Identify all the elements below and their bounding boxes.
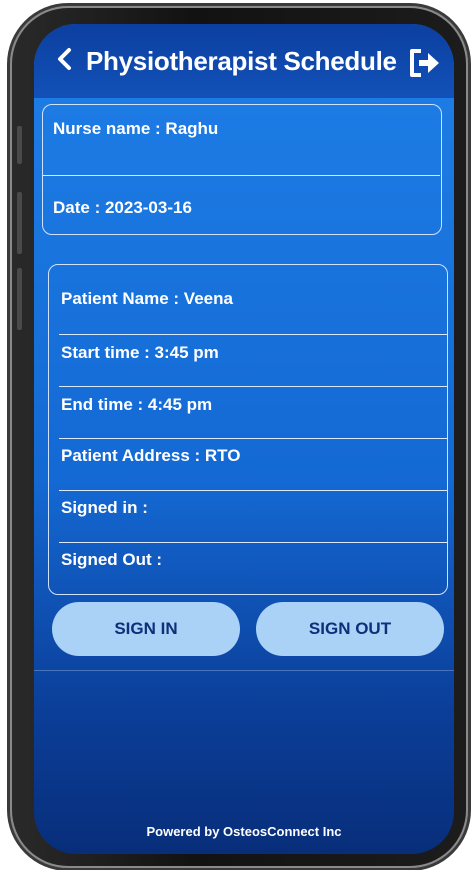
divider bbox=[59, 490, 447, 491]
nurse-info-card: Nurse name : Raghu Date : 2023-03-16 bbox=[42, 104, 442, 235]
signed-in-status: Signed in : bbox=[61, 498, 148, 517]
patient-name: Patient Name : Veena bbox=[61, 289, 233, 308]
page-title: Physiotherapist Schedule bbox=[86, 46, 397, 76]
signed-out-status: Signed Out : bbox=[61, 550, 163, 569]
patient-address: Patient Address : RTO bbox=[61, 446, 241, 465]
divider bbox=[43, 175, 440, 176]
divider bbox=[59, 542, 447, 543]
nurse-name: Nurse name : Raghu bbox=[53, 119, 219, 138]
powered-by-footer: Powered by OsteosConnect Inc bbox=[146, 824, 342, 839]
schedule-date: Date : 2023-03-16 bbox=[53, 198, 192, 217]
phone-side-button-volume-up bbox=[17, 192, 22, 254]
divider bbox=[59, 438, 447, 439]
sign-out-button[interactable]: SIGN OUT bbox=[256, 602, 444, 656]
patient-info-card: Patient Name : Veena Start time : 3:45 p… bbox=[48, 264, 448, 595]
chevron-left-icon[interactable] bbox=[50, 44, 80, 74]
divider bbox=[59, 386, 447, 387]
logout-icon[interactable] bbox=[408, 48, 440, 78]
sign-in-button[interactable]: SIGN IN bbox=[52, 602, 240, 656]
app-screen: Physiotherapist Schedule Nurse name : Ra… bbox=[34, 24, 454, 854]
phone-side-button-mute bbox=[17, 126, 22, 164]
end-time: End time : 4:45 pm bbox=[61, 395, 213, 414]
app-header: Physiotherapist Schedule bbox=[34, 24, 454, 98]
divider bbox=[34, 670, 454, 671]
start-time: Start time : 3:45 pm bbox=[61, 343, 219, 362]
divider bbox=[59, 334, 447, 335]
phone-side-button-volume-down bbox=[17, 268, 22, 330]
